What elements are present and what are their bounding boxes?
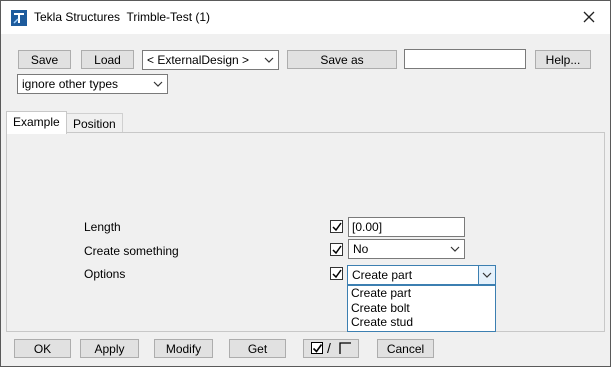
options-label: Options [84, 267, 126, 281]
tab-position[interactable]: Position [66, 113, 123, 133]
length-input[interactable]: [0.00] [348, 217, 465, 237]
ok-button[interactable]: OK [14, 339, 71, 358]
options-checkbox[interactable] [330, 267, 343, 280]
unchecked-box-icon [339, 342, 351, 354]
create-something-checkbox[interactable] [330, 243, 343, 256]
dropdown-item-create-part[interactable]: Create part [348, 286, 495, 301]
save-as-input[interactable] [404, 49, 526, 69]
attribute-set-value: < ExternalDesign > [147, 53, 250, 67]
options-value: Create part [352, 268, 413, 282]
checked-box-icon [311, 342, 323, 354]
modify-button[interactable]: Modify [154, 339, 213, 358]
filter-value: ignore other types [22, 77, 119, 91]
save-as-button[interactable]: Save as [287, 50, 397, 69]
save-button[interactable]: Save [18, 50, 71, 69]
options-select[interactable]: Create part [347, 265, 496, 285]
chevron-down-icon [263, 54, 275, 66]
window-title: Tekla Structures Trimble-Test (1) [34, 10, 211, 24]
options-dropdown-list: Create part Create bolt Create stud [347, 285, 496, 332]
create-something-value: No [353, 242, 369, 256]
options-dropdown-toggle[interactable] [478, 266, 495, 284]
create-something-select[interactable]: No [348, 239, 465, 259]
dropdown-item-create-bolt[interactable]: Create bolt [348, 301, 495, 316]
tekla-app-icon [11, 10, 27, 26]
filter-select[interactable]: ignore other types [17, 74, 168, 94]
dialog-window: Tekla Structures Trimble-Test (1) Save L… [0, 0, 611, 367]
help-button[interactable]: Help... [535, 50, 591, 69]
create-something-label: Create something [84, 244, 179, 258]
toggle-all-button[interactable]: / [303, 339, 359, 358]
apply-button[interactable]: Apply [80, 339, 139, 358]
get-button[interactable]: Get [229, 339, 286, 358]
length-checkbox[interactable] [330, 220, 343, 233]
toggle-separator: / [327, 340, 331, 356]
dropdown-item-create-stud[interactable]: Create stud [348, 315, 495, 330]
close-button[interactable] [574, 3, 604, 31]
tab-example[interactable]: Example [6, 111, 67, 134]
attribute-set-select[interactable]: < ExternalDesign > [142, 50, 279, 70]
chevron-down-icon [481, 269, 493, 281]
load-button[interactable]: Load [81, 50, 134, 69]
cancel-button[interactable]: Cancel [377, 339, 434, 358]
title-bar[interactable]: Tekla Structures Trimble-Test (1) [1, 1, 610, 34]
chevron-down-icon [449, 243, 461, 255]
close-icon [583, 7, 595, 28]
length-label: Length [84, 220, 121, 234]
chevron-down-icon [152, 78, 164, 90]
